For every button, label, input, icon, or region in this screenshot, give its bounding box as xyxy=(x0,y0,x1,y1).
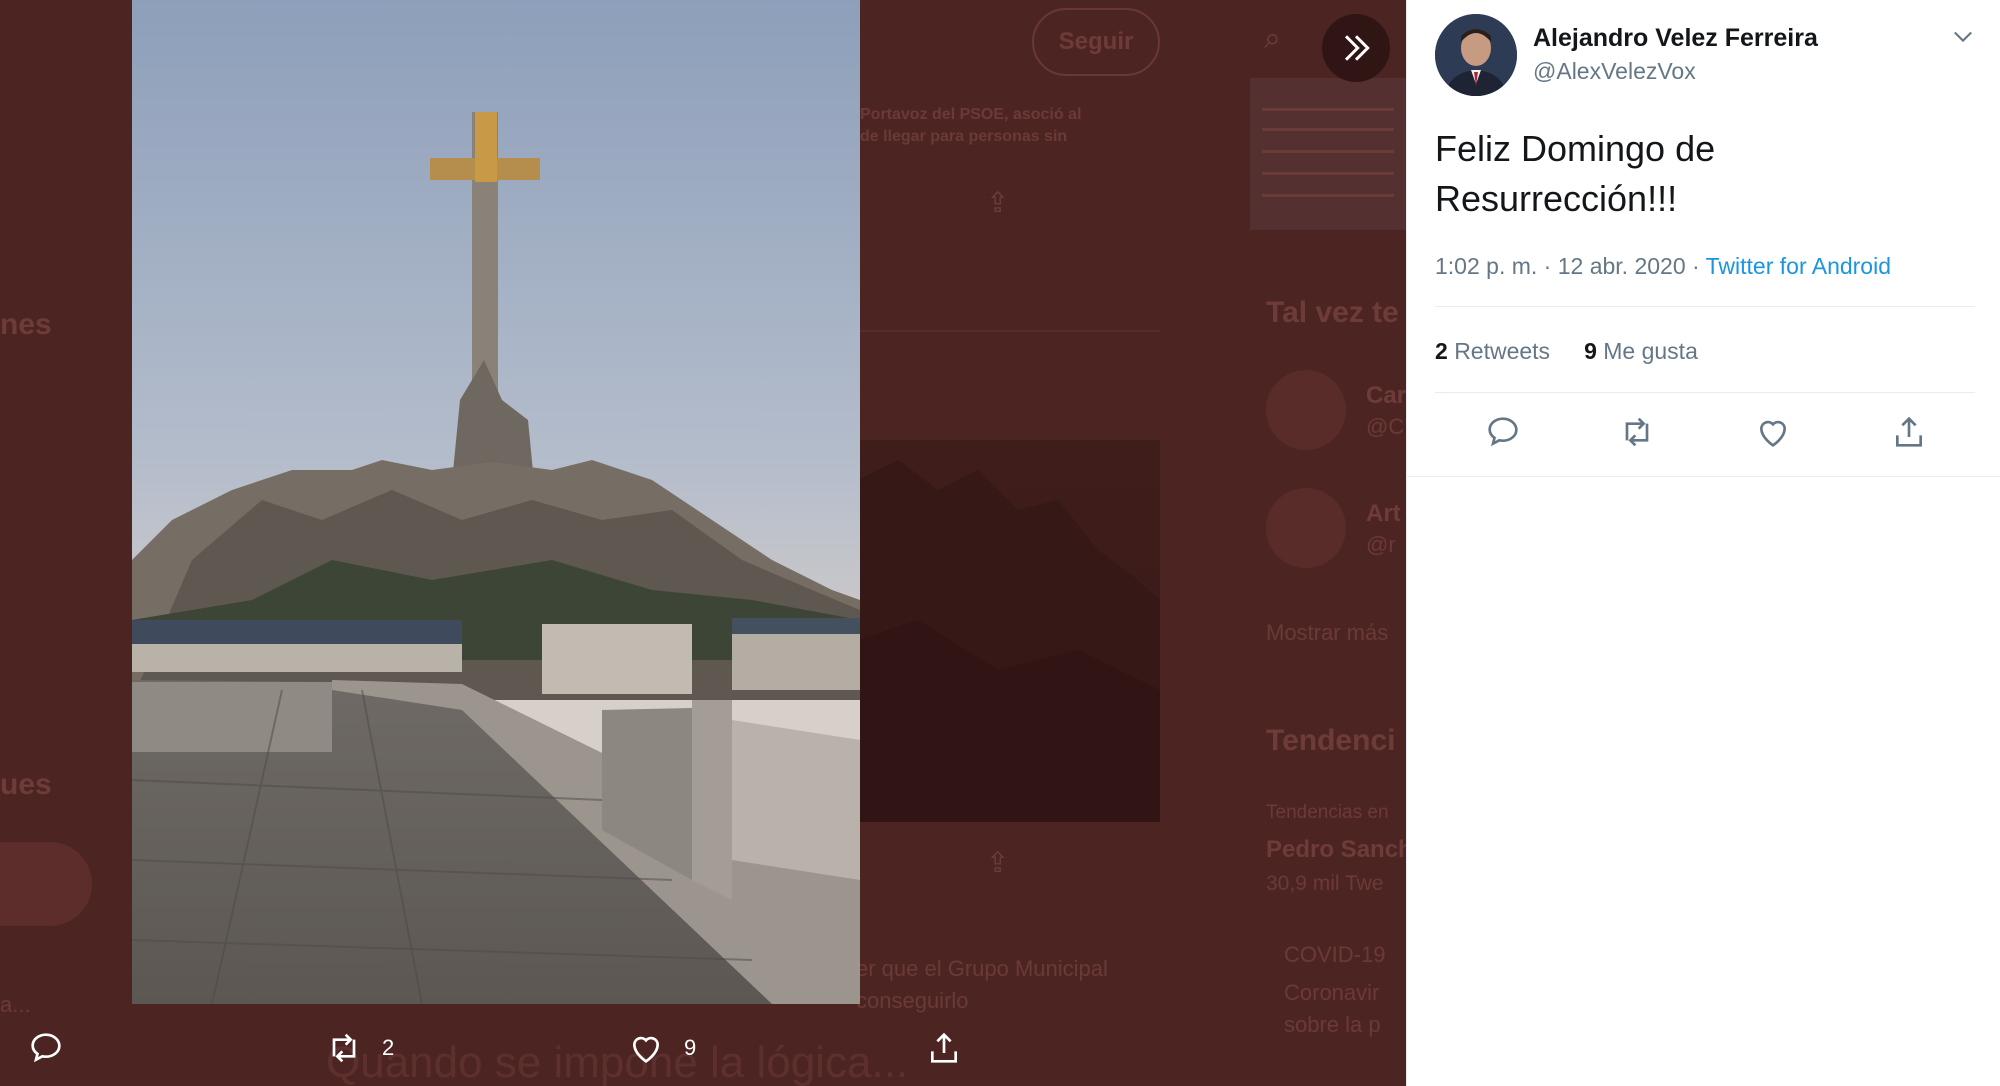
double-chevron-right-icon xyxy=(1344,35,1370,61)
follow-button: Seguir xyxy=(1032,8,1160,76)
share-icon: ⇪ xyxy=(986,187,1010,218)
who-to-follow-title: Tal vez te xyxy=(1266,296,1399,329)
author-name[interactable]: Alejandro Velez Ferreira xyxy=(1533,24,1818,53)
retweet-icon xyxy=(332,1033,356,1063)
reply-button[interactable] xyxy=(1483,412,1527,456)
share-button[interactable] xyxy=(924,1024,964,1072)
trend-name: Pedro Sanch xyxy=(1266,836,1406,863)
tweet-snippet: er que el Grupo Municipal xyxy=(856,956,1108,981)
chevron-down-icon[interactable] xyxy=(1949,22,1977,50)
tweet-snippet: de llegar para personas sin xyxy=(860,128,1068,145)
background-tweet-image-rocks xyxy=(858,460,1160,822)
like-count: 9 xyxy=(684,1035,697,1060)
retweet-count: 2 xyxy=(382,1035,395,1060)
sidebar-fragment: ues xyxy=(0,768,52,801)
share-icon xyxy=(931,1032,957,1063)
author-photo xyxy=(1435,14,1517,96)
trend-count: 30,9 mil Twe xyxy=(1266,872,1384,895)
reply-icon xyxy=(1488,417,1518,447)
avatar xyxy=(1266,488,1346,568)
trend-name: Coronavir xyxy=(1284,980,1380,1005)
author-handle[interactable]: @AlexVelezVox xyxy=(1533,58,1696,85)
reply-icon xyxy=(31,1033,61,1063)
expand-panel-button[interactable] xyxy=(1322,14,1390,82)
retweets-stat[interactable]: 2 Retweets xyxy=(1435,338,1550,365)
photo-valle-cross xyxy=(132,0,860,1004)
divider xyxy=(860,330,1160,332)
tweet-text-line: Feliz Domingo de xyxy=(1435,128,1716,169)
tweet-text-line: Resurrección!!! xyxy=(1435,178,1678,219)
background-headline: Quando se impone la lógica... xyxy=(326,1038,909,1086)
tweet-button-dimmed xyxy=(0,842,92,926)
trends-title: Tendenci xyxy=(1266,724,1396,757)
search-icon: ⌕ xyxy=(1264,22,1281,55)
tweet-timestamp[interactable]: 1:02 p. m. · 12 abr. 2020 · xyxy=(1435,253,1706,279)
avatar xyxy=(1266,370,1346,450)
trend-name: COVID-19 xyxy=(1284,942,1386,967)
likes-stat[interactable]: 9 Me gusta xyxy=(1584,338,1698,365)
tweet-snippet: conseguirlo xyxy=(856,988,969,1013)
engagement-counts: 2 Retweets 9 Me gusta xyxy=(1435,338,1698,365)
sidebar-fragment: nes xyxy=(0,308,52,341)
heart-icon xyxy=(1759,420,1787,447)
share-icon xyxy=(1896,416,1922,447)
share-icon: ⇪ xyxy=(986,847,1010,878)
suggestion-handle: @r xyxy=(1366,532,1396,557)
trend-name: sobre la p xyxy=(1284,1012,1381,1037)
suggestion-name: Car xyxy=(1366,382,1406,409)
background-thumbnail xyxy=(1250,78,1406,230)
likes-label: Me gusta xyxy=(1603,338,1698,364)
tweet-detail-panel: Alejandro Velez Ferreira @AlexVelezVox F… xyxy=(1406,0,2000,1086)
avatar[interactable] xyxy=(1435,14,1517,96)
trend-context: Tendencias en xyxy=(1266,802,1389,823)
divider xyxy=(1435,306,1975,307)
retweet-icon xyxy=(1625,417,1649,447)
show-more-link: Mostrar más xyxy=(1266,620,1389,645)
tweet-snippet: Portavoz del PSOE, asoció al xyxy=(860,106,1082,123)
retweets-count: 2 xyxy=(1435,338,1448,364)
retweet-button[interactable] xyxy=(1617,412,1661,456)
share-button[interactable] xyxy=(1889,412,1933,456)
retweets-label: Retweets xyxy=(1454,338,1551,364)
like-button[interactable] xyxy=(1753,412,1797,456)
divider xyxy=(1435,392,1975,393)
heart-icon xyxy=(632,1036,660,1063)
tweet-source-link[interactable]: Twitter for Android xyxy=(1706,253,1891,279)
sidebar-fragment: a... xyxy=(0,992,31,1017)
tweet-text: Feliz Domingo de Resurrección!!! xyxy=(1435,124,1975,224)
likes-count: 9 xyxy=(1584,338,1597,364)
reply-button[interactable] xyxy=(26,1024,66,1072)
retweet-button[interactable]: 2 xyxy=(324,1024,394,1072)
tweet-meta: 1:02 p. m. · 12 abr. 2020 · Twitter for … xyxy=(1435,253,1891,280)
tweet-photo[interactable] xyxy=(132,0,860,1004)
divider xyxy=(1407,476,2000,477)
suggestion-handle: @C xyxy=(1366,414,1405,439)
like-button[interactable]: 9 xyxy=(626,1024,696,1072)
suggestion-name: Art xyxy=(1366,500,1401,527)
